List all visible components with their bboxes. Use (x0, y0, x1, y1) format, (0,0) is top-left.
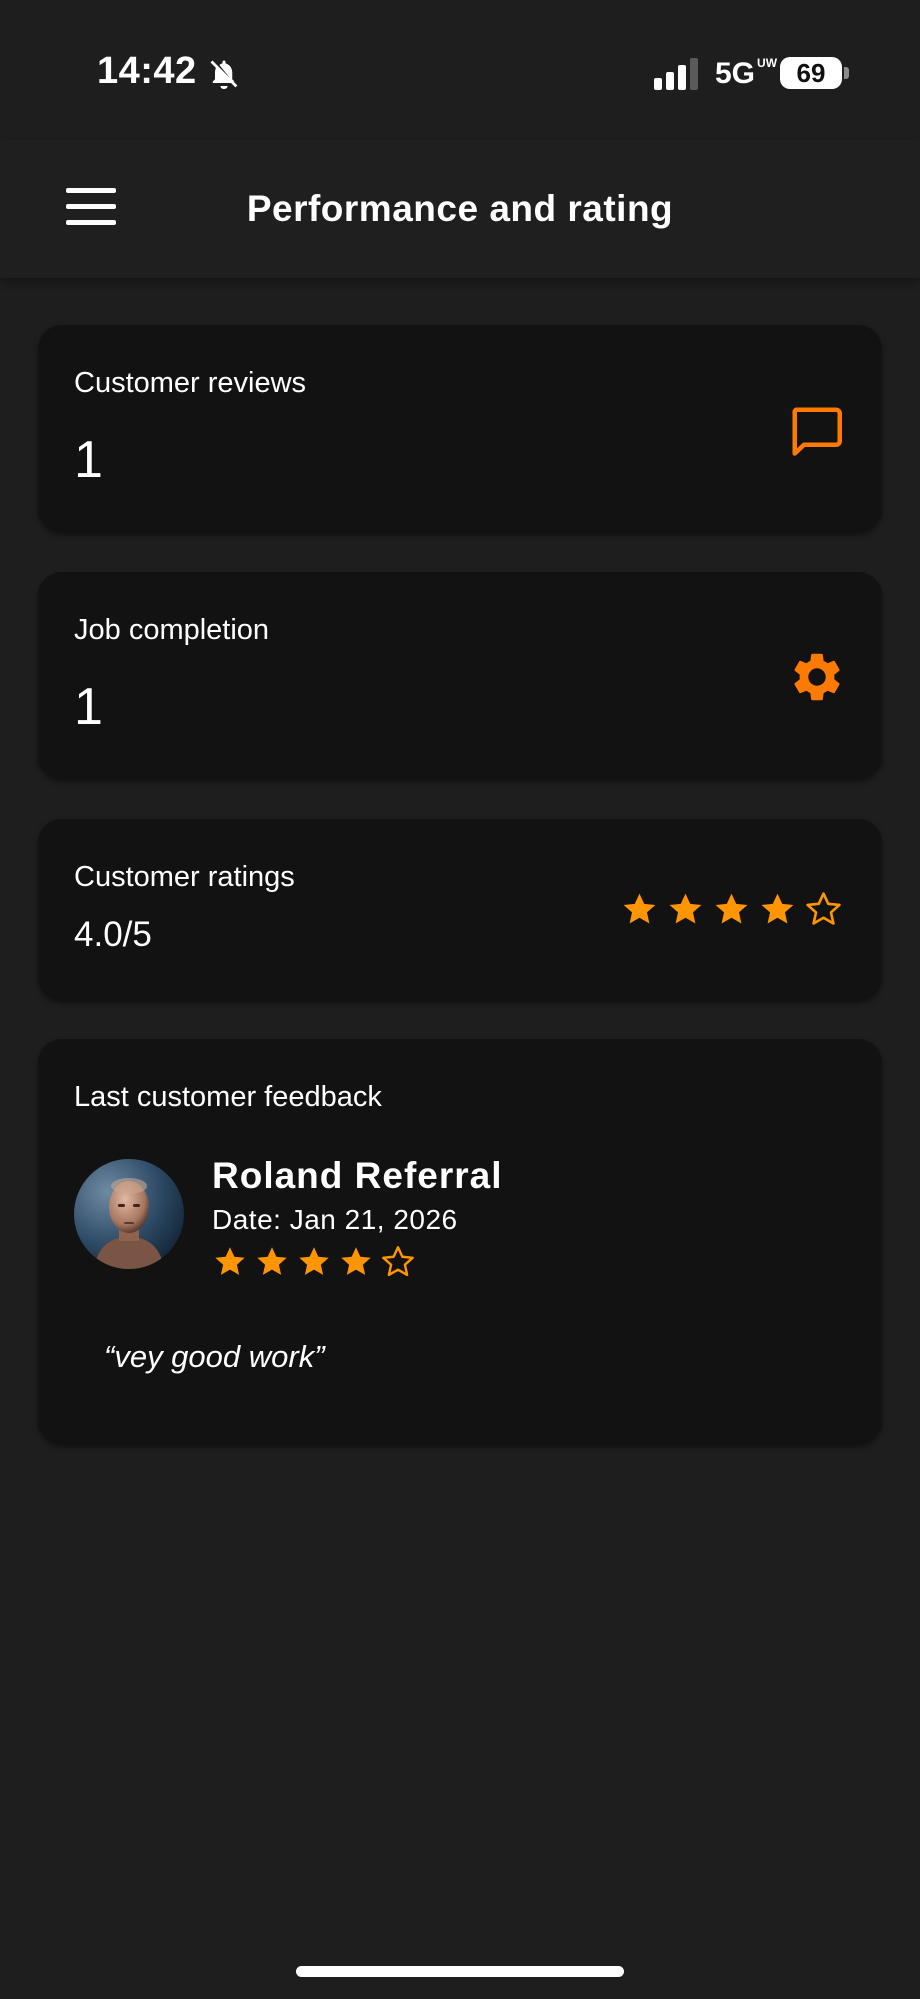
star-outline-icon (382, 1246, 414, 1277)
page-title: Performance and rating (246, 188, 674, 229)
gear-icon (794, 653, 840, 701)
feedback-rating-stars (212, 1244, 416, 1280)
job-completion-card[interactable]: Job completion 1 (38, 572, 882, 779)
star-outline-icon (806, 892, 841, 925)
customer-reviews-card[interactable]: Customer reviews 1 (38, 325, 882, 532)
star-filled-icon (761, 893, 794, 924)
avatar-image (74, 1159, 184, 1269)
star-filled-icon (669, 893, 702, 924)
rating-stars (620, 890, 843, 929)
star-filled-icon (215, 1247, 245, 1275)
star-filled-icon (257, 1247, 287, 1275)
star-filled-icon (715, 893, 748, 924)
customer-reviews-label: Customer reviews (74, 367, 307, 399)
bell-slash-icon (210, 60, 238, 89)
job-completion-value: 1 (74, 678, 103, 736)
signal-bars-icon (654, 58, 698, 90)
status-time: 14:42 (97, 50, 197, 92)
home-indicator[interactable] (296, 1966, 624, 1977)
customer-reviews-value: 1 (74, 431, 103, 489)
battery-tip (844, 67, 849, 79)
customer-ratings-card[interactable]: Customer ratings 4.0/5 (38, 819, 882, 1000)
status-bar: 14:42 5G UW 69 (0, 0, 920, 140)
avatar (74, 1159, 184, 1269)
network-indicator: 5G UW (715, 56, 778, 91)
feedback-quote: “vey good work” (104, 1339, 325, 1374)
star-filled-icon (299, 1247, 329, 1275)
feedback-customer-name: Roland Referral (212, 1155, 503, 1196)
customer-ratings-value: 4.0/5 (74, 915, 152, 954)
last-feedback-card: Last customer feedback Roland Referral D… (38, 1039, 882, 1444)
customer-ratings-label: Customer ratings (74, 861, 295, 893)
network-sup: UW (757, 56, 778, 70)
feedback-date: Date: Jan 21, 2026 (212, 1204, 458, 1235)
chat-bubble-icon (792, 407, 842, 456)
battery-icon: 69 (780, 57, 842, 89)
star-filled-icon (623, 893, 656, 924)
job-completion-label: Job completion (74, 614, 270, 646)
star-filled-icon (341, 1247, 371, 1275)
app-header: Performance and rating (0, 140, 920, 278)
last-feedback-label: Last customer feedback (74, 1081, 382, 1113)
network-label: 5G (715, 57, 756, 90)
